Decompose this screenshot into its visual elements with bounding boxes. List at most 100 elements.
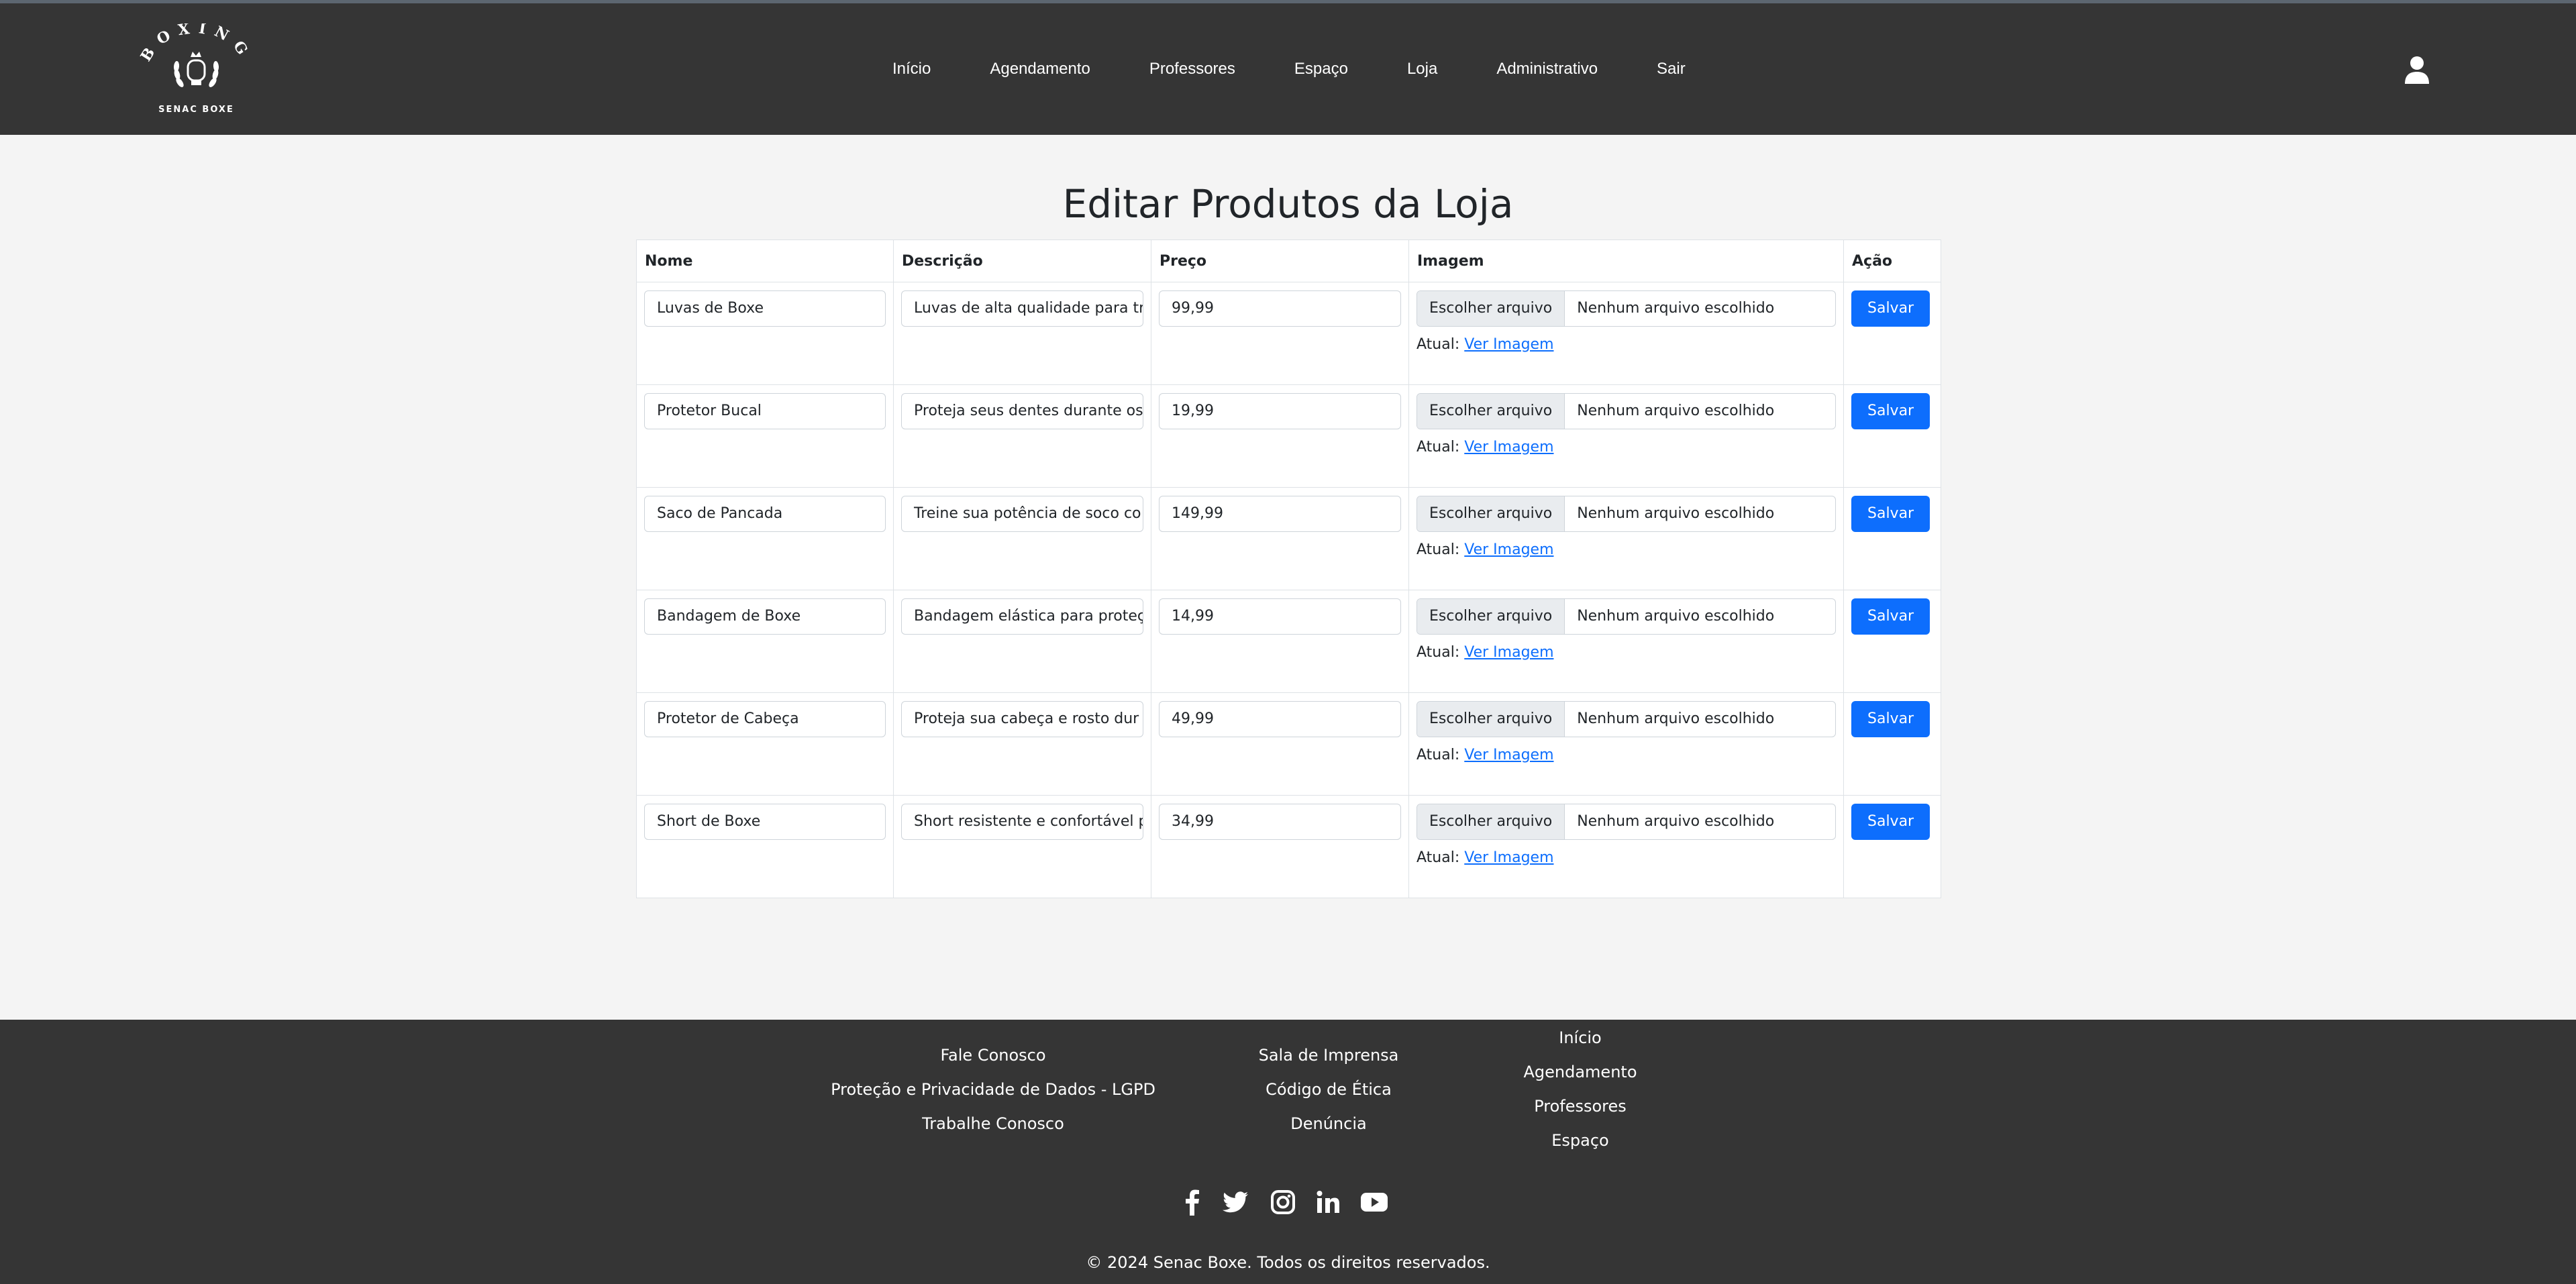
choose-file-button[interactable]: Escolher arquivo bbox=[1417, 702, 1565, 737]
view-image-link[interactable]: Ver Imagem bbox=[1464, 644, 1553, 661]
cell-nome: Short de Boxe bbox=[636, 795, 894, 898]
save-button[interactable]: Salvar bbox=[1851, 393, 1930, 429]
file-input[interactable]: Escolher arquivo Nenhum arquivo escolhido bbox=[1416, 496, 1836, 532]
header-acao: Ação bbox=[1843, 239, 1941, 282]
choose-file-button[interactable]: Escolher arquivo bbox=[1417, 291, 1565, 326]
product-description-input[interactable]: Bandagem elástica para proteç bbox=[901, 598, 1143, 635]
footer-link-denuncia[interactable]: Denúncia bbox=[1194, 1107, 1463, 1141]
cell-acao: Salvar bbox=[1843, 590, 1941, 693]
file-input[interactable]: Escolher arquivo Nenhum arquivo escolhido bbox=[1416, 804, 1836, 840]
footer-link-espaco[interactable]: Espaço bbox=[1480, 1124, 1681, 1158]
user-icon[interactable] bbox=[2404, 56, 2430, 85]
product-name-input[interactable]: Luvas de Boxe bbox=[644, 290, 886, 327]
cell-preco: 14,99 bbox=[1151, 590, 1409, 693]
view-image-link[interactable]: Ver Imagem bbox=[1464, 439, 1553, 456]
table-header-row: Nome Descrição Preço Imagem Ação bbox=[636, 239, 1941, 282]
file-status: Nenhum arquivo escolhido bbox=[1577, 608, 1775, 625]
product-price-input[interactable]: 19,99 bbox=[1159, 393, 1401, 429]
footer-link-trabalhe-conosco[interactable]: Trabalhe Conosco bbox=[792, 1107, 1194, 1141]
twitter-icon[interactable] bbox=[1223, 1191, 1248, 1213]
cell-nome: Bandagem de Boxe bbox=[636, 590, 894, 693]
cell-acao: Salvar bbox=[1843, 384, 1941, 488]
product-price-input[interactable]: 149,99 bbox=[1159, 496, 1401, 532]
svg-text:BOXING: BOXING bbox=[137, 23, 255, 64]
current-label: Atual: bbox=[1416, 849, 1460, 866]
file-input[interactable]: Escolher arquivo Nenhum arquivo escolhido bbox=[1416, 598, 1836, 635]
save-button[interactable]: Salvar bbox=[1851, 701, 1930, 737]
product-description-input[interactable]: Treine sua potência de soco co bbox=[901, 496, 1143, 532]
file-status: Nenhum arquivo escolhido bbox=[1577, 813, 1775, 830]
table-row: Bandagem de Boxe Bandagem elástica para p… bbox=[636, 590, 1941, 693]
product-name-input[interactable]: Short de Boxe bbox=[644, 804, 886, 840]
nav-espaco[interactable]: Espaço bbox=[1294, 60, 1348, 78]
save-button[interactable]: Salvar bbox=[1851, 496, 1930, 532]
product-price-input[interactable]: 49,99 bbox=[1159, 701, 1401, 737]
product-name-input[interactable]: Saco de Pancada bbox=[644, 496, 886, 532]
nav-sair[interactable]: Sair bbox=[1657, 60, 1686, 78]
choose-file-button[interactable]: Escolher arquivo bbox=[1417, 804, 1565, 839]
current-label: Atual: bbox=[1416, 439, 1460, 456]
product-name-input[interactable]: Protetor Bucal bbox=[644, 393, 886, 429]
cell-acao: Salvar bbox=[1843, 795, 1941, 898]
header-nome: Nome bbox=[636, 239, 894, 282]
nav-inicio[interactable]: Início bbox=[892, 60, 931, 78]
product-price-input[interactable]: 14,99 bbox=[1159, 598, 1401, 635]
cell-descricao: Short resistente e confortável p bbox=[893, 795, 1151, 898]
product-description-input[interactable]: Proteja seus dentes durante os bbox=[901, 393, 1143, 429]
header-imagem: Imagem bbox=[1408, 239, 1844, 282]
table-row: Protetor de Cabeça Proteja sua cabeça e r… bbox=[636, 692, 1941, 796]
footer-link-inicio[interactable]: Início bbox=[1480, 1021, 1681, 1055]
boxing-logo[interactable]: BOXING SENAC BOXE bbox=[134, 23, 258, 117]
save-button[interactable]: Salvar bbox=[1851, 290, 1930, 327]
file-input[interactable]: Escolher arquivo Nenhum arquivo escolhido bbox=[1416, 393, 1836, 429]
product-price-input[interactable]: 34,99 bbox=[1159, 804, 1401, 840]
copyright: © 2024 Senac Boxe. Todos os direitos res… bbox=[1086, 1253, 1490, 1272]
nav-agendamento[interactable]: Agendamento bbox=[990, 60, 1090, 78]
header-descricao: Descrição bbox=[893, 239, 1151, 282]
svg-text:SENAC BOXE: SENAC BOXE bbox=[158, 105, 234, 115]
view-image-link[interactable]: Ver Imagem bbox=[1464, 541, 1553, 558]
table-row: Protetor Bucal Proteja seus dentes durant… bbox=[636, 384, 1941, 488]
youtube-icon[interactable] bbox=[1361, 1193, 1388, 1212]
cell-preco: 49,99 bbox=[1151, 692, 1409, 796]
product-description-input[interactable]: Luvas de alta qualidade para tr bbox=[901, 290, 1143, 327]
view-image-link[interactable]: Ver Imagem bbox=[1464, 747, 1553, 763]
current-image: Atual: Ver Imagem bbox=[1416, 336, 1836, 353]
footer-link-codigo-de-etica[interactable]: Código de Ética bbox=[1194, 1073, 1463, 1107]
file-input[interactable]: Escolher arquivo Nenhum arquivo escolhido bbox=[1416, 290, 1836, 327]
product-name-input[interactable]: Protetor de Cabeça bbox=[644, 701, 886, 737]
footer-link-agendamento[interactable]: Agendamento bbox=[1480, 1055, 1681, 1089]
footer-col-3: Início Agendamento Professores Espaço bbox=[1480, 1021, 1681, 1158]
nav-professores[interactable]: Professores bbox=[1149, 60, 1235, 78]
footer-link-lgpd[interactable]: Proteção e Privacidade de Dados - LGPD bbox=[792, 1073, 1194, 1107]
save-button[interactable]: Salvar bbox=[1851, 804, 1930, 840]
product-price-input[interactable]: 99,99 bbox=[1159, 290, 1401, 327]
facebook-icon[interactable] bbox=[1186, 1189, 1199, 1216]
footer-link-professores[interactable]: Professores bbox=[1480, 1089, 1681, 1124]
choose-file-button[interactable]: Escolher arquivo bbox=[1417, 599, 1565, 634]
cell-acao: Salvar bbox=[1843, 282, 1941, 385]
footer-col-1: Fale Conosco Proteção e Privacidade de D… bbox=[792, 1038, 1194, 1141]
choose-file-button[interactable]: Escolher arquivo bbox=[1417, 394, 1565, 429]
product-name-input[interactable]: Bandagem de Boxe bbox=[644, 598, 886, 635]
cell-descricao: Bandagem elástica para proteç bbox=[893, 590, 1151, 693]
view-image-link[interactable]: Ver Imagem bbox=[1464, 849, 1553, 866]
current-label: Atual: bbox=[1416, 336, 1460, 353]
linkedin-icon[interactable] bbox=[1317, 1191, 1340, 1213]
cell-descricao: Luvas de alta qualidade para tr bbox=[893, 282, 1151, 385]
nav-administrativo[interactable]: Administrativo bbox=[1496, 60, 1598, 78]
product-description-input[interactable]: Short resistente e confortável p bbox=[901, 804, 1143, 840]
cell-imagem: Escolher arquivo Nenhum arquivo escolhido… bbox=[1408, 487, 1844, 590]
view-image-link[interactable]: Ver Imagem bbox=[1464, 336, 1553, 353]
cell-imagem: Escolher arquivo Nenhum arquivo escolhido… bbox=[1408, 692, 1844, 796]
save-button[interactable]: Salvar bbox=[1851, 598, 1930, 635]
choose-file-button[interactable]: Escolher arquivo bbox=[1417, 496, 1565, 531]
current-label: Atual: bbox=[1416, 747, 1460, 763]
product-description-input[interactable]: Proteja sua cabeça e rosto dur bbox=[901, 701, 1143, 737]
footer-link-fale-conosco[interactable]: Fale Conosco bbox=[792, 1038, 1194, 1073]
footer-link-sala-de-imprensa[interactable]: Sala de Imprensa bbox=[1194, 1038, 1463, 1073]
instagram-icon[interactable] bbox=[1271, 1190, 1295, 1214]
nav-loja[interactable]: Loja bbox=[1407, 60, 1437, 78]
file-input[interactable]: Escolher arquivo Nenhum arquivo escolhido bbox=[1416, 701, 1836, 737]
social-icons bbox=[1186, 1189, 1388, 1216]
